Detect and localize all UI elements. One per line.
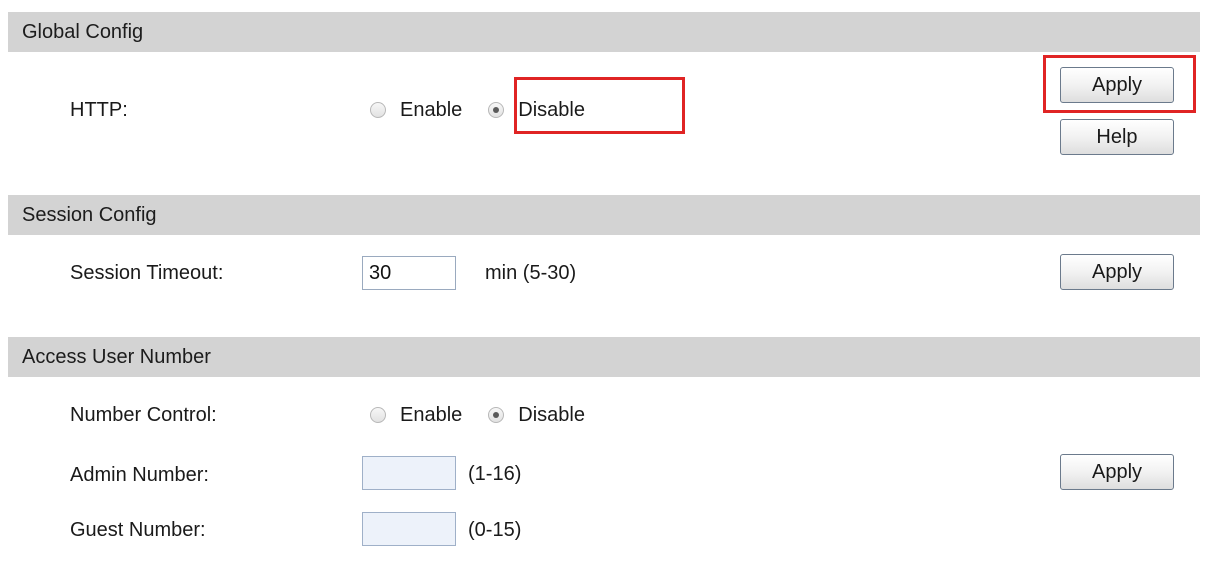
guest-number-label: Guest Number: bbox=[70, 519, 206, 541]
guest-number-hint: (0-15) bbox=[468, 519, 522, 541]
session-timeout-input[interactable]: 30 bbox=[362, 256, 456, 290]
access-user-apply-button[interactable]: Apply bbox=[1060, 454, 1174, 490]
http-disable-radio[interactable] bbox=[488, 102, 505, 118]
apply-highlight-box bbox=[1043, 55, 1196, 113]
admin-number-input[interactable] bbox=[362, 456, 456, 490]
session-timeout-hint: min (5-30) bbox=[485, 262, 577, 284]
session-config-header: Session Config bbox=[8, 195, 1200, 235]
session-timeout-label: Session Timeout: bbox=[70, 262, 224, 284]
http-enable-radio[interactable] bbox=[370, 102, 386, 118]
number-control-label: Number Control: bbox=[70, 404, 217, 426]
admin-number-label: Admin Number: bbox=[70, 464, 209, 486]
global-config-header: Global Config bbox=[8, 12, 1200, 52]
number-control-disable-radio[interactable] bbox=[488, 407, 505, 423]
http-enable-label[interactable]: Enable bbox=[400, 99, 462, 122]
session-config-apply-button[interactable]: Apply bbox=[1060, 254, 1174, 290]
admin-number-hint: (1-16) bbox=[468, 463, 522, 485]
number-control-enable-radio[interactable] bbox=[370, 407, 386, 423]
number-control-radio-group: Enable Disable bbox=[370, 400, 603, 430]
http-label: HTTP: bbox=[70, 99, 128, 121]
guest-number-input[interactable] bbox=[362, 512, 456, 546]
help-button[interactable]: Help bbox=[1060, 119, 1174, 155]
disable-highlight-box bbox=[514, 77, 685, 134]
number-control-enable-label[interactable]: Enable bbox=[400, 404, 462, 427]
number-control-disable-label[interactable]: Disable bbox=[518, 404, 585, 427]
access-user-number-header: Access User Number bbox=[8, 337, 1200, 377]
